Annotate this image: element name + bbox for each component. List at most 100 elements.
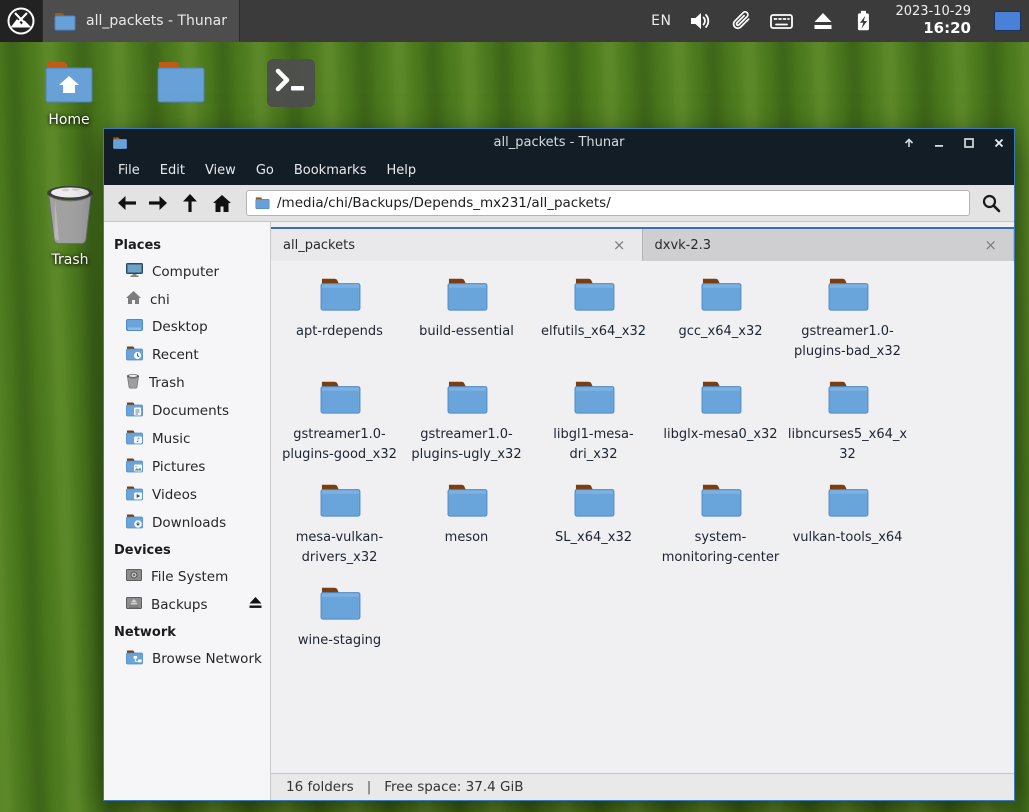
sidebar-item-label: chi [150, 291, 170, 308]
taskbar-window-button[interactable]: all_packets - Thunar [42, 0, 240, 42]
folder-label: wine-staging [297, 633, 382, 648]
keyboard-icon[interactable] [769, 10, 794, 32]
pictures-icon [125, 457, 144, 477]
forward-button[interactable] [144, 189, 172, 217]
close-button[interactable] [992, 136, 1006, 150]
folder-item-libncurses5-x64-x32[interactable]: libncurses5_x64_x32 [787, 378, 909, 464]
window-title: all_packets - Thunar [493, 135, 625, 150]
menu-file[interactable]: File [108, 158, 150, 183]
sidebar-item-music[interactable]: ♪ Music [104, 425, 270, 453]
folder-item-mesa-vulkan-drivers-x32[interactable]: mesa-vulkan-drivers_x32 [279, 481, 401, 567]
folder-item-build-essential[interactable]: build-essential [406, 275, 528, 361]
desktop: Home Trash all_packets - Thunar EN 2023-… [0, 0, 1029, 812]
sidebar-item-downloads[interactable]: Downloads [104, 509, 270, 537]
folder-label: gstreamer1.0-plugins-bad_x32 [794, 324, 901, 359]
clock[interactable]: 2023-10-29 16:20 [895, 4, 971, 37]
desktop-icon-folder[interactable] [133, 58, 229, 112]
home-folder-icon [45, 62, 93, 103]
desktop-icon-terminal[interactable] [243, 58, 339, 114]
terminal-icon [267, 59, 315, 107]
up-button[interactable] [176, 189, 204, 217]
folder-icon [698, 378, 744, 420]
sidebar-item-label: Videos [152, 487, 197, 503]
maximize-button[interactable] [962, 136, 976, 150]
recent-icon [125, 345, 144, 365]
tab-dxvk-2-3[interactable]: dxvk-2.3 × [642, 229, 1014, 261]
mx-menu-button[interactable] [0, 0, 42, 42]
folder-icon [698, 481, 744, 523]
folder-icon [825, 275, 871, 317]
folder-icon [698, 275, 744, 317]
tab-close-icon[interactable]: × [609, 236, 630, 254]
sidebar-item-file-system[interactable]: File System [104, 563, 270, 591]
path-text[interactable]: /media/chi/Backups/Depends_mx231/all_pac… [277, 195, 611, 211]
folder-item-elfutils-x64-x32[interactable]: elfutils_x64_x32 [533, 275, 655, 361]
sidebar-item-videos[interactable]: Videos [104, 481, 270, 509]
path-bar[interactable]: /media/chi/Backups/Depends_mx231/all_pac… [246, 190, 970, 216]
back-button[interactable] [112, 189, 140, 217]
folder-label: libgl1-mesa-dri_x32 [553, 427, 634, 462]
menu-help[interactable]: Help [376, 158, 426, 183]
folder-item-gstreamer1-0-plugins-ugly-x32[interactable]: gstreamer1.0-plugins-ugly_x32 [406, 378, 528, 464]
folder-label: mesa-vulkan-drivers_x32 [295, 530, 384, 565]
search-button[interactable] [976, 189, 1006, 217]
shade-button[interactable] [902, 136, 916, 150]
system-tray: EN 2023-10-29 16:20 [651, 4, 1029, 37]
status-separator: | [366, 779, 372, 795]
network-folder-icon [125, 649, 144, 669]
sidebar-header-devices: Devices [114, 543, 171, 558]
folder-icon [444, 481, 490, 523]
folder-item-meson[interactable]: meson [406, 481, 528, 567]
folder-icon [317, 275, 363, 317]
eject-button[interactable] [248, 596, 263, 613]
sidebar-item-backups[interactable]: Backups [104, 591, 270, 619]
computer-icon [125, 262, 144, 282]
sidebar-item-desktop[interactable]: Desktop [104, 313, 270, 341]
battery-icon[interactable] [852, 8, 874, 34]
tab-close-icon[interactable]: × [980, 236, 1001, 254]
folder-label: SL_x64_x32 [555, 530, 632, 545]
folder-label: apt-rdepends [296, 324, 383, 339]
sidebar-item-documents[interactable]: Documents [104, 397, 270, 425]
menu-go[interactable]: Go [246, 158, 284, 183]
menu-bookmarks[interactable]: Bookmarks [284, 158, 377, 183]
desktop-icon-home[interactable]: Home [21, 58, 117, 128]
folder-item-libglx-mesa0-x32[interactable]: libglx-mesa0_x32 [660, 378, 782, 464]
music-icon: ♪ [125, 429, 144, 449]
keyboard-layout-indicator[interactable]: EN [651, 13, 671, 29]
folder-item-libgl1-mesa-dri-x32[interactable]: libgl1-mesa-dri_x32 [533, 378, 655, 464]
desktop-icon [125, 317, 144, 337]
window-titlebar[interactable]: all_packets - Thunar [104, 129, 1014, 156]
main-pane: all_packets × dxvk-2.3 × apt-rdepends bu… [271, 222, 1014, 800]
folder-item-gstreamer1-0-plugins-good-x32[interactable]: gstreamer1.0-plugins-good_x32 [279, 378, 401, 464]
sidebar-item-pictures[interactable]: Pictures [104, 453, 270, 481]
menu-view[interactable]: View [195, 158, 246, 183]
minimize-button[interactable] [932, 136, 946, 150]
folder-item-wine-staging[interactable]: wine-staging [279, 584, 401, 651]
folder-item-vulkan-tools-x64[interactable]: vulkan-tools_x64 [787, 481, 909, 567]
eject-icon[interactable] [811, 10, 835, 32]
folder-item-sl-x64-x32[interactable]: SL_x64_x32 [533, 481, 655, 567]
home-button[interactable] [208, 189, 236, 217]
folder-label: build-essential [419, 324, 514, 339]
sidebar-item-trash[interactable]: Trash [104, 369, 270, 397]
folder-icon [444, 378, 490, 420]
sidebar-item-recent[interactable]: Recent [104, 341, 270, 369]
tab-all-packets[interactable]: all_packets × [271, 229, 643, 261]
folder-item-gstreamer1-0-plugins-bad-x32[interactable]: gstreamer1.0-plugins-bad_x32 [787, 275, 909, 361]
menu-edit[interactable]: Edit [150, 158, 195, 183]
sidebar-item-computer[interactable]: Computer [104, 258, 270, 286]
tab-label: all_packets [283, 237, 355, 253]
workspace-switcher[interactable] [994, 11, 1021, 31]
folder-item-gcc-x64-x32[interactable]: gcc_x64_x32 [660, 275, 782, 361]
file-grid: apt-rdepends build-essential elfutils_x6… [271, 261, 1014, 773]
thunar-window: all_packets - Thunar File Edit View Go Bookm… [103, 128, 1015, 801]
status-free-space: Free space: 37.4 GiB [384, 779, 524, 795]
sidebar-item-chi[interactable]: chi [104, 286, 270, 313]
folder-label: meson [444, 530, 489, 545]
sidebar-item-browse-network[interactable]: Browse Network [104, 645, 270, 673]
folder-item-system-monitoring-center[interactable]: system-monitoring-center [660, 481, 782, 567]
folder-item-apt-rdepends[interactable]: apt-rdepends [279, 275, 401, 361]
paperclip-icon[interactable] [729, 10, 752, 33]
volume-icon[interactable] [688, 10, 712, 32]
